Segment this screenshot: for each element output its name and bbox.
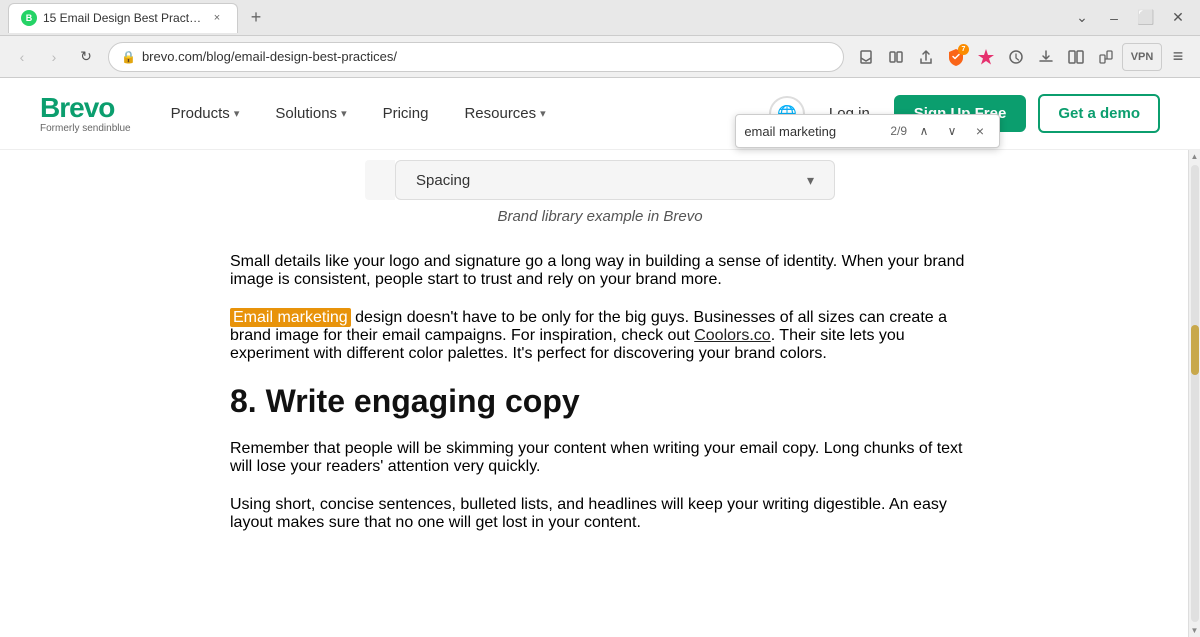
- para1-text: Small details like your logo and signatu…: [230, 253, 964, 288]
- bookmark-icon[interactable]: [852, 43, 880, 71]
- article-para-1: Small details like your logo and signatu…: [230, 253, 970, 289]
- section-heading-8: 8. Write engaging copy: [230, 383, 970, 420]
- article-para-3: Remember that people will be skimming yo…: [230, 440, 970, 476]
- find-up-button[interactable]: ∧: [913, 120, 935, 142]
- rewards-icon[interactable]: [972, 43, 1000, 71]
- scroll-down-button[interactable]: ▼: [1191, 626, 1199, 635]
- para3-text: Remember that people will be skimming yo…: [230, 440, 963, 475]
- nav-resources[interactable]: Resources ▾: [448, 97, 561, 130]
- tab-title: 15 Email Design Best Practices I: [43, 11, 203, 25]
- brave-shield-icon[interactable]: 7: [942, 43, 970, 71]
- address-bar[interactable]: 🔒 brevo.com/blog/email-design-best-pract…: [108, 42, 844, 72]
- demo-button[interactable]: Get a demo: [1038, 94, 1160, 133]
- find-count: 2/9: [890, 124, 907, 138]
- window-controls: ⌄ – ⬜ ✕: [1068, 4, 1192, 32]
- menu-button[interactable]: ≡: [1164, 43, 1192, 71]
- email-marketing-highlight: Email marketing: [230, 308, 351, 327]
- find-input[interactable]: [744, 124, 884, 139]
- image-caption: Brand library example in Brevo: [230, 208, 970, 225]
- shield-badge: 7: [958, 44, 969, 55]
- downloads-icon[interactable]: [1032, 43, 1060, 71]
- article-para-4: Using short, concise sentences, bulleted…: [230, 496, 970, 532]
- spacing-section: Spacing ▾: [230, 150, 970, 200]
- window-maximize-button[interactable]: ⬜: [1132, 4, 1160, 32]
- url-text: brevo.com/blog/email-design-best-practic…: [142, 49, 831, 64]
- article-para-2: Email marketing design doesn't have to b…: [230, 309, 970, 363]
- history-icon[interactable]: [1002, 43, 1030, 71]
- scroll-track: [1191, 165, 1199, 622]
- active-tab[interactable]: B 15 Email Design Best Practices I ×: [8, 3, 238, 33]
- nav-products[interactable]: Products ▾: [155, 97, 256, 130]
- page-content: Brevo Formerly sendinblue Products ▾ Sol…: [0, 78, 1200, 637]
- solutions-chevron-icon: ▾: [341, 107, 347, 120]
- spacing-chevron-icon: ▾: [807, 172, 814, 189]
- new-tab-button[interactable]: +: [242, 4, 270, 32]
- browser-titlebar: B 15 Email Design Best Practices I × + ⌄…: [0, 0, 1200, 36]
- nav-solutions[interactable]: Solutions ▾: [259, 97, 362, 130]
- products-chevron-icon: ▾: [234, 107, 240, 120]
- site-header: Brevo Formerly sendinblue Products ▾ Sol…: [0, 78, 1200, 150]
- security-lock-icon: 🔒: [121, 50, 136, 64]
- browser-toolbar: ‹ › ↻ 🔒 brevo.com/blog/email-design-best…: [0, 36, 1200, 78]
- toolbar-icons: 7 VPN ≡: [852, 43, 1192, 71]
- spacing-label: Spacing: [416, 172, 470, 189]
- site-logo[interactable]: Brevo: [40, 94, 131, 122]
- window-minimize-button[interactable]: –: [1100, 4, 1128, 32]
- window-collapse-button[interactable]: ⌄: [1068, 4, 1096, 32]
- logo-area: Brevo Formerly sendinblue: [40, 94, 131, 134]
- resources-chevron-icon: ▾: [540, 107, 546, 120]
- spacing-dropdown[interactable]: Spacing ▾: [395, 160, 835, 200]
- reader-view-icon[interactable]: [882, 43, 910, 71]
- page-body: Spacing ▾ Brand library example in Brevo…: [0, 150, 1200, 637]
- find-bar: 2/9 ∧ ∨ ×: [735, 114, 1000, 148]
- find-down-button[interactable]: ∨: [941, 120, 963, 142]
- scrollbar[interactable]: ▲ ▼: [1188, 150, 1200, 637]
- forward-button[interactable]: ›: [40, 43, 68, 71]
- window-close-button[interactable]: ✕: [1164, 4, 1192, 32]
- para4-text: Using short, concise sentences, bulleted…: [230, 496, 947, 531]
- coolors-link[interactable]: Coolors.co: [694, 327, 770, 344]
- find-close-button[interactable]: ×: [969, 120, 991, 142]
- tab-close-button[interactable]: ×: [209, 10, 225, 26]
- layout-icon[interactable]: [1062, 43, 1090, 71]
- logo-subtitle: Formerly sendinblue: [40, 123, 131, 134]
- refresh-button[interactable]: ↻: [72, 43, 100, 71]
- extensions-icon[interactable]: [1092, 43, 1120, 71]
- nav-items: Products ▾ Solutions ▾ Pricing Resources…: [155, 97, 769, 130]
- nav-pricing[interactable]: Pricing: [367, 97, 445, 130]
- vpn-button[interactable]: VPN: [1122, 43, 1162, 71]
- scroll-thumb[interactable]: [1191, 325, 1199, 375]
- tab-favicon: B: [21, 10, 37, 26]
- tab-bar: B 15 Email Design Best Practices I × +: [8, 3, 1056, 33]
- back-button[interactable]: ‹: [8, 43, 36, 71]
- scroll-up-button[interactable]: ▲: [1191, 152, 1199, 161]
- share-icon[interactable]: [912, 43, 940, 71]
